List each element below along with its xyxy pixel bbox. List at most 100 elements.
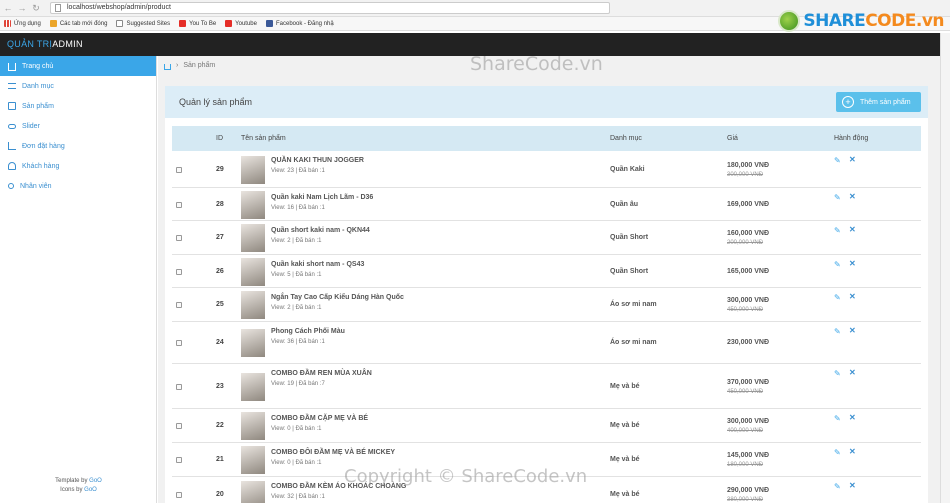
product-thumbnail[interactable] <box>241 291 265 319</box>
delete-icon[interactable]: ✕ <box>849 368 856 377</box>
edit-icon[interactable]: ✎ <box>834 369 841 378</box>
bookmark-item[interactable]: Youtube <box>225 20 257 27</box>
product-price: 300,000 VNĐ <box>727 418 770 425</box>
delete-icon[interactable]: ✕ <box>849 447 856 456</box>
plus-icon: + <box>842 96 854 108</box>
delete-icon[interactable]: ✕ <box>849 259 856 268</box>
product-id: 21 <box>216 456 224 463</box>
row-checkbox[interactable] <box>176 235 182 241</box>
product-price: 230,000 VNĐ <box>727 339 770 346</box>
column-header-category[interactable]: Danh mục <box>610 135 642 142</box>
product-name[interactable]: COMBO ĐẦM REN MÙA XUÂN <box>271 370 372 377</box>
product-thumbnail[interactable] <box>241 446 265 474</box>
reload-icon[interactable]: ↻ <box>30 2 42 14</box>
product-panel: Quản lý sản phẩm + Thêm sản phẩm ID Tên … <box>165 86 928 503</box>
bookmark-item[interactable]: You To Be <box>179 20 216 27</box>
product-id: 25 <box>216 301 224 308</box>
edit-icon[interactable]: ✎ <box>834 293 841 302</box>
product-thumbnail[interactable] <box>241 412 265 440</box>
sidebar-item-staff[interactable]: Nhân viên <box>0 176 156 196</box>
delete-icon[interactable]: ✕ <box>849 192 856 201</box>
icons-credit-link[interactable]: GoO <box>84 487 97 493</box>
product-name[interactable]: Phong Cách Phối Màu <box>271 328 345 335</box>
row-checkbox[interactable] <box>176 492 182 498</box>
product-name[interactable]: Ngắn Tay Cao Cấp Kiểu Dáng Hàn Quốc <box>271 294 404 301</box>
row-checkbox[interactable] <box>176 302 182 308</box>
product-name[interactable]: QUẦN KAKI THUN JOGGER <box>271 157 364 164</box>
row-checkbox[interactable] <box>176 202 182 208</box>
product-thumbnail[interactable] <box>241 224 265 252</box>
delete-icon[interactable]: ✕ <box>849 225 856 234</box>
sidebar-item-home[interactable]: Trang chủ <box>0 56 156 76</box>
row-checkbox[interactable] <box>176 423 182 429</box>
bookmark-item[interactable]: Facebook - Đăng nhậ <box>265 20 334 27</box>
back-icon[interactable]: ← <box>2 2 14 14</box>
row-checkbox[interactable] <box>176 384 182 390</box>
product-price: 160,000 VNĐ <box>727 230 770 237</box>
column-header-name[interactable]: Tên sản phẩm <box>241 135 286 142</box>
product-thumbnail[interactable] <box>241 481 265 503</box>
product-old-price: 380,000 VNĐ <box>727 497 764 503</box>
product-meta: View: 36 | Đã bán :1 <box>271 339 325 345</box>
row-checkbox[interactable] <box>176 269 182 275</box>
edit-icon[interactable]: ✎ <box>834 260 841 269</box>
template-credit-link[interactable]: GoO <box>89 478 102 484</box>
page-icon <box>55 4 61 12</box>
product-old-price: 180,000 VNĐ <box>727 462 764 468</box>
add-product-button[interactable]: + Thêm sản phẩm <box>836 92 921 112</box>
edit-icon[interactable]: ✎ <box>834 156 841 165</box>
delete-icon[interactable]: ✕ <box>849 292 856 301</box>
bookmark-item[interactable]: Các tab mới đóng <box>49 20 107 27</box>
edit-icon[interactable]: ✎ <box>834 327 841 336</box>
product-name[interactable]: Quần kaki short nam - QS43 <box>271 261 364 268</box>
edit-icon[interactable]: ✎ <box>834 414 841 423</box>
column-header-price[interactable]: Giá <box>727 135 738 142</box>
home-icon[interactable] <box>164 63 171 70</box>
table-row: 26 Quần kaki short nam - QS43 View: 5 | Đã… <box>172 255 921 288</box>
delete-icon[interactable]: ✕ <box>849 155 856 164</box>
product-name[interactable]: COMBO ĐẦM KÈM ÁO KHOÁC CHOÀNG <box>271 483 406 490</box>
product-name[interactable]: COMBO ĐẦM CẶP MẸ VÀ BÉ <box>271 415 368 422</box>
sidebar-item-customers[interactable]: Khách hàng <box>0 156 156 176</box>
product-old-price: 200,000 VNĐ <box>727 240 764 246</box>
row-checkbox[interactable] <box>176 340 182 346</box>
edit-icon[interactable]: ✎ <box>834 482 841 491</box>
product-old-price: 450,000 VNĐ <box>727 307 764 313</box>
column-header-id[interactable]: ID <box>216 135 223 142</box>
product-name[interactable]: Quần short kaki nam - QKN44 <box>271 227 370 234</box>
product-id: 24 <box>216 339 224 346</box>
brand[interactable]: QUẢN TRỊADMIN <box>7 39 83 49</box>
delete-icon[interactable]: ✕ <box>849 326 856 335</box>
product-thumbnail[interactable] <box>241 191 265 219</box>
product-name[interactable]: COMBO ĐÔI ĐẦM MẸ VÀ BÉ MICKEY <box>271 449 395 456</box>
edit-icon[interactable]: ✎ <box>834 193 841 202</box>
address-bar[interactable]: localhost/webshop/admin/product <box>50 2 610 14</box>
product-thumbnail[interactable] <box>241 156 265 184</box>
product-name[interactable]: Quần kaki Nam Lịch Lãm - D36 <box>271 194 373 201</box>
edit-icon[interactable]: ✎ <box>834 226 841 235</box>
product-id: 29 <box>216 166 224 173</box>
product-category: Mẹ và bé <box>610 491 640 498</box>
bookmark-item[interactable]: Suggested Sites <box>116 20 170 27</box>
scrollbar[interactable] <box>940 33 950 503</box>
delete-icon[interactable]: ✕ <box>849 481 856 490</box>
row-checkbox[interactable] <box>176 457 182 463</box>
column-header-actions[interactable]: Hành động <box>834 135 868 142</box>
logo-globe-icon <box>778 10 801 32</box>
product-thumbnail[interactable] <box>241 258 265 286</box>
sidebar-item-slider[interactable]: Slider <box>0 116 156 136</box>
sidebar-item-orders[interactable]: Đơn đặt hàng <box>0 136 156 156</box>
forward-icon[interactable]: → <box>16 2 28 14</box>
product-price: 169,000 VNĐ <box>727 201 770 208</box>
delete-icon[interactable]: ✕ <box>849 413 856 422</box>
edit-icon[interactable]: ✎ <box>834 448 841 457</box>
product-thumbnail[interactable] <box>241 329 265 357</box>
sidebar-item-products[interactable]: Sản phẩm <box>0 96 156 116</box>
product-id: 26 <box>216 268 224 275</box>
product-thumbnail[interactable] <box>241 373 265 401</box>
bookmark-item[interactable]: Ứng dụng <box>4 20 41 27</box>
row-checkbox[interactable] <box>176 167 182 173</box>
sidebar-item-categories[interactable]: Danh mục <box>0 76 156 96</box>
table-row: 25 Ngắn Tay Cao Cấp Kiểu Dáng Hàn Quốc Vie… <box>172 288 921 322</box>
bag-icon <box>8 102 16 110</box>
